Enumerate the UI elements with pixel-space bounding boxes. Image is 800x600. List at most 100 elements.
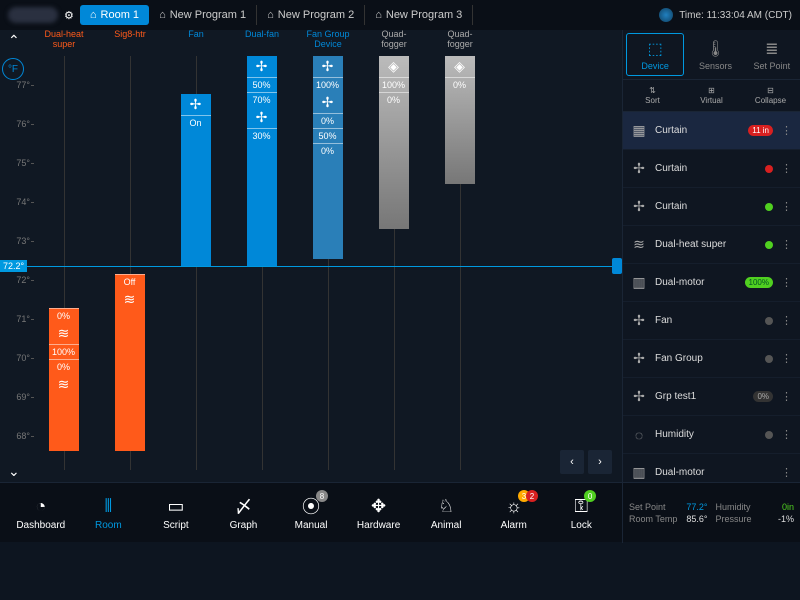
bar-segment: Off (115, 274, 145, 289)
kebab-icon[interactable]: ⋮ (779, 124, 794, 137)
device-row[interactable]: ✢Grp test10%⋮ (623, 378, 800, 416)
bar-label: Fan (188, 30, 204, 56)
script-icon: ▭ (167, 494, 184, 518)
device-row[interactable]: ◌Humidity⋮ (623, 416, 800, 454)
bar-segment: 0% (49, 308, 79, 323)
room-tab[interactable]: ⌂ New Program 2 (257, 5, 365, 25)
manual-icon: ⦿8 (302, 494, 320, 518)
kebab-icon[interactable]: ⋮ (779, 390, 794, 403)
fan-icon: ✢ (629, 159, 649, 179)
setpoint-handle[interactable] (612, 258, 622, 274)
settings-icon[interactable]: ⚙ (64, 9, 74, 22)
nav-label: Room (95, 520, 122, 531)
nav-room[interactable]: ⦀ Room (76, 494, 142, 531)
device-row[interactable]: ▥Dual-motor100%⋮ (623, 264, 800, 302)
kebab-icon[interactable]: ⋮ (779, 428, 794, 441)
device-icon: ⬚ (648, 39, 663, 59)
kebab-icon[interactable]: ⋮ (779, 162, 794, 175)
device-row[interactable]: ✢Curtain⋮ (623, 150, 800, 188)
pager: ‹ › (560, 450, 612, 474)
sidebar-tab-set-point[interactable]: ≣Set Point (744, 30, 800, 79)
device-bar[interactable]: Quad-fogger◈0% (436, 30, 484, 470)
device-name: Dual-heat super (655, 239, 759, 250)
bar-segment: 100% (379, 77, 409, 92)
room-icon: ⦀ (104, 494, 112, 518)
dashboard-icon: ◔ (35, 494, 46, 518)
bar-segment: 0% (49, 359, 79, 374)
y-tick: 72° (16, 275, 30, 285)
fan-icon: ✢ (629, 311, 649, 331)
fog-icon: ◈ (379, 56, 409, 77)
page-prev-button[interactable]: ‹ (560, 450, 584, 474)
nav-hardware[interactable]: ✥Hardware (346, 494, 412, 531)
device-bar[interactable]: Quad-fogger◈100%0% (370, 30, 418, 470)
kebab-icon[interactable]: ⋮ (779, 238, 794, 251)
nav-manual[interactable]: ⦿8Manual (278, 494, 344, 531)
setpoint-line[interactable]: 72.2° (0, 266, 622, 267)
device-list: ▦Curtain11 in⋮✢Curtain⋮✢Curtain⋮≋Dual-he… (623, 112, 800, 482)
nav-graph[interactable]: 〆Graph (211, 494, 277, 531)
sensors-icon: 🌡 (705, 39, 725, 59)
nav-animal[interactable]: ♘Animal (413, 494, 479, 531)
kebab-icon[interactable]: ⋮ (779, 466, 794, 479)
tool-collapse[interactable]: ⊟Collapse (741, 80, 800, 111)
device-bar[interactable]: Dual-fan✢50%70%✢30% (238, 30, 286, 470)
y-tick: 75° (16, 158, 30, 168)
room-tab[interactable]: ⌂ New Program 1 (149, 5, 257, 25)
device-badge (765, 431, 773, 439)
home-icon: ⌂ (90, 9, 97, 21)
logo (8, 7, 58, 23)
tool-virtual[interactable]: ⊞Virtual (682, 80, 741, 111)
device-row[interactable]: ≋Dual-heat super⋮ (623, 226, 800, 264)
device-badge (765, 317, 773, 325)
bar-segment: 70% (247, 92, 277, 107)
fan-icon: ✢ (629, 197, 649, 217)
nav-lock[interactable]: ⚿0Lock (549, 494, 615, 531)
tool-sort[interactable]: ⇅Sort (623, 80, 682, 111)
sidebar-tab-sensors[interactable]: 🌡Sensors (687, 30, 743, 79)
device-row[interactable]: ✢Curtain⋮ (623, 188, 800, 226)
nav-label: Animal (431, 520, 462, 531)
device-bar[interactable]: Fan Group Device✢100%✢0%50%0% (304, 30, 352, 470)
scroll-down-icon[interactable]: ⌄ (8, 463, 20, 480)
nav-alarm[interactable]: ☼32Alarm (481, 494, 547, 531)
device-bar[interactable]: Fan✢On (172, 30, 220, 470)
device-row[interactable]: ✢Fan Group⋮ (623, 340, 800, 378)
scroll-up-icon[interactable]: ⌃ (8, 32, 20, 49)
device-badge: 0% (753, 391, 773, 402)
device-name: Grp test1 (655, 391, 747, 402)
y-tick: 68° (16, 431, 30, 441)
device-row[interactable]: ▦Curtain11 in⋮ (623, 112, 800, 150)
device-row[interactable]: ✢Fan⋮ (623, 302, 800, 340)
device-badge (765, 165, 773, 173)
hardware-icon: ✥ (371, 494, 386, 518)
kebab-icon[interactable]: ⋮ (779, 352, 794, 365)
device-badge (765, 241, 773, 249)
sidebar-tab-device[interactable]: ⬚Device (626, 33, 684, 76)
globe-icon[interactable] (659, 8, 673, 22)
fog-icon: ◈ (445, 56, 475, 77)
bar-segment: 0% (313, 143, 343, 158)
collapse-icon: ⊟ (767, 86, 774, 95)
virtual-icon: ⊞ (708, 86, 715, 95)
room-tab[interactable]: ⌂ New Program 3 (365, 5, 473, 25)
kebab-icon[interactable]: ⋮ (779, 276, 794, 289)
nav-script[interactable]: ▭Script (143, 494, 209, 531)
status-label: Set Point (629, 502, 666, 512)
kebab-icon[interactable]: ⋮ (779, 200, 794, 213)
page-next-button[interactable]: › (588, 450, 612, 474)
fan-icon: ✢ (629, 349, 649, 369)
bar-label: Quad-fogger (436, 30, 484, 56)
device-bars: Dual-heat super0%≋100%0%≋Sig8-htrOff≋Fan… (40, 30, 602, 470)
heat-icon: ≋ (115, 289, 145, 310)
unit-badge[interactable]: °F (2, 58, 24, 80)
room-tab[interactable]: ⌂ Room 1 (80, 5, 149, 25)
device-row[interactable]: ▥Dual-motor⋮ (623, 454, 800, 482)
nav-dashboard[interactable]: ◔ Dashboard (8, 494, 74, 531)
device-bar[interactable]: Sig8-htrOff≋ (106, 30, 154, 470)
kebab-icon[interactable]: ⋮ (779, 314, 794, 327)
y-tick: 69° (16, 392, 30, 402)
status-value: 85.6° (686, 514, 707, 524)
nav-label: Dashboard (16, 520, 65, 531)
device-bar[interactable]: Dual-heat super0%≋100%0%≋ (40, 30, 88, 470)
